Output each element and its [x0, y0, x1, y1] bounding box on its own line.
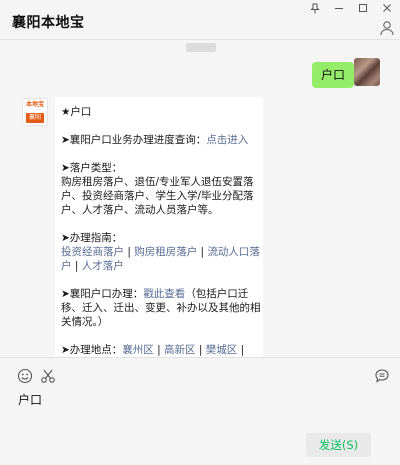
avatar-logo-text: 本地宝	[25, 101, 44, 108]
types-line: 户、人才落户、流动人员落户等。	[61, 204, 219, 216]
message-timestamp	[186, 43, 216, 52]
maximize-icon[interactable]	[354, 3, 372, 17]
guide-link-investment[interactable]: 投资经商落户	[61, 246, 124, 258]
chat-area[interactable]: 户口 本地宝 襄阳 ★户口 ➤襄阳户口业务办理进度查询：点击进入 ➤落户类型： …	[0, 40, 400, 357]
guide-title: ➤办理指南：	[61, 232, 123, 244]
guide-link-floating[interactable]: 户	[61, 260, 72, 272]
progress-link[interactable]: 点击进入	[206, 134, 248, 146]
location-link-xiangzhou[interactable]: 襄州区	[122, 344, 154, 356]
location-label: ➤办理地点：	[61, 344, 123, 356]
my-message-bubble[interactable]: 户口	[312, 62, 360, 88]
title-bar: 襄阳本地宝	[0, 0, 400, 40]
apply-note-line: 关情况。）	[61, 316, 109, 328]
scissors-icon[interactable]	[40, 368, 56, 384]
avatar-logo-city: 襄阳	[26, 113, 44, 123]
guide-links-row: 户 | 人才落户	[61, 260, 124, 272]
chat-bubble-icon[interactable]	[374, 368, 390, 384]
my-avatar[interactable]	[354, 58, 380, 86]
bot-avatar[interactable]: 本地宝 襄阳	[22, 98, 48, 126]
send-button[interactable]: 发送(S)	[306, 433, 371, 457]
location-link-fancheng[interactable]: 樊城区	[206, 344, 238, 356]
progress-line: ➤襄阳户口业务办理进度查询：点击进入	[61, 133, 257, 147]
apply-label: ➤襄阳户口办理：	[61, 288, 144, 300]
progress-label: ➤襄阳户口业务办理进度查询：	[61, 134, 207, 146]
guide-links-row: 投资经商落户 | 购房租房落户 | 流动人口落	[61, 246, 260, 258]
location-link-gaoxin[interactable]: 高新区	[164, 344, 196, 356]
apply-line: ➤襄阳户口办理：戳此查看（包括户口迁	[61, 287, 257, 301]
pin-icon[interactable]	[306, 3, 324, 17]
types-line: 购房租房落户、退伍/专业军人退伍安置落	[61, 176, 254, 188]
apply-note-line: 移、迁入、迁出、变更、补办以及其他的相	[61, 302, 261, 314]
bot-message-bubble[interactable]: ★户口 ➤襄阳户口业务办理进度查询：点击进入 ➤落户类型： 购房租房落户、退伍/…	[55, 97, 263, 357]
guide-link-floating[interactable]: 流动人口落	[207, 246, 260, 258]
emoji-icon[interactable]	[17, 368, 33, 384]
guide-link-housing[interactable]: 购房租房落户	[134, 246, 197, 258]
message-input[interactable]: 户口	[18, 390, 378, 410]
apply-note: （包括户口迁	[185, 288, 249, 300]
message-heading: ★户口	[61, 106, 92, 118]
guide-link-talent[interactable]: 人才落户	[82, 260, 124, 272]
minimize-icon[interactable]	[330, 3, 348, 17]
chat-title: 襄阳本地宝	[12, 15, 85, 31]
apply-link[interactable]: 戳此查看	[143, 288, 185, 300]
location-line: ➤办理地点：襄州区 | 高新区 | 樊城区 |	[61, 344, 245, 356]
close-icon[interactable]	[378, 3, 396, 17]
contact-info-icon[interactable]	[380, 20, 394, 36]
types-title: ➤落户类型：	[61, 162, 123, 174]
types-line: 户、投资经商落户、学生入学/毕业分配落	[61, 190, 254, 202]
